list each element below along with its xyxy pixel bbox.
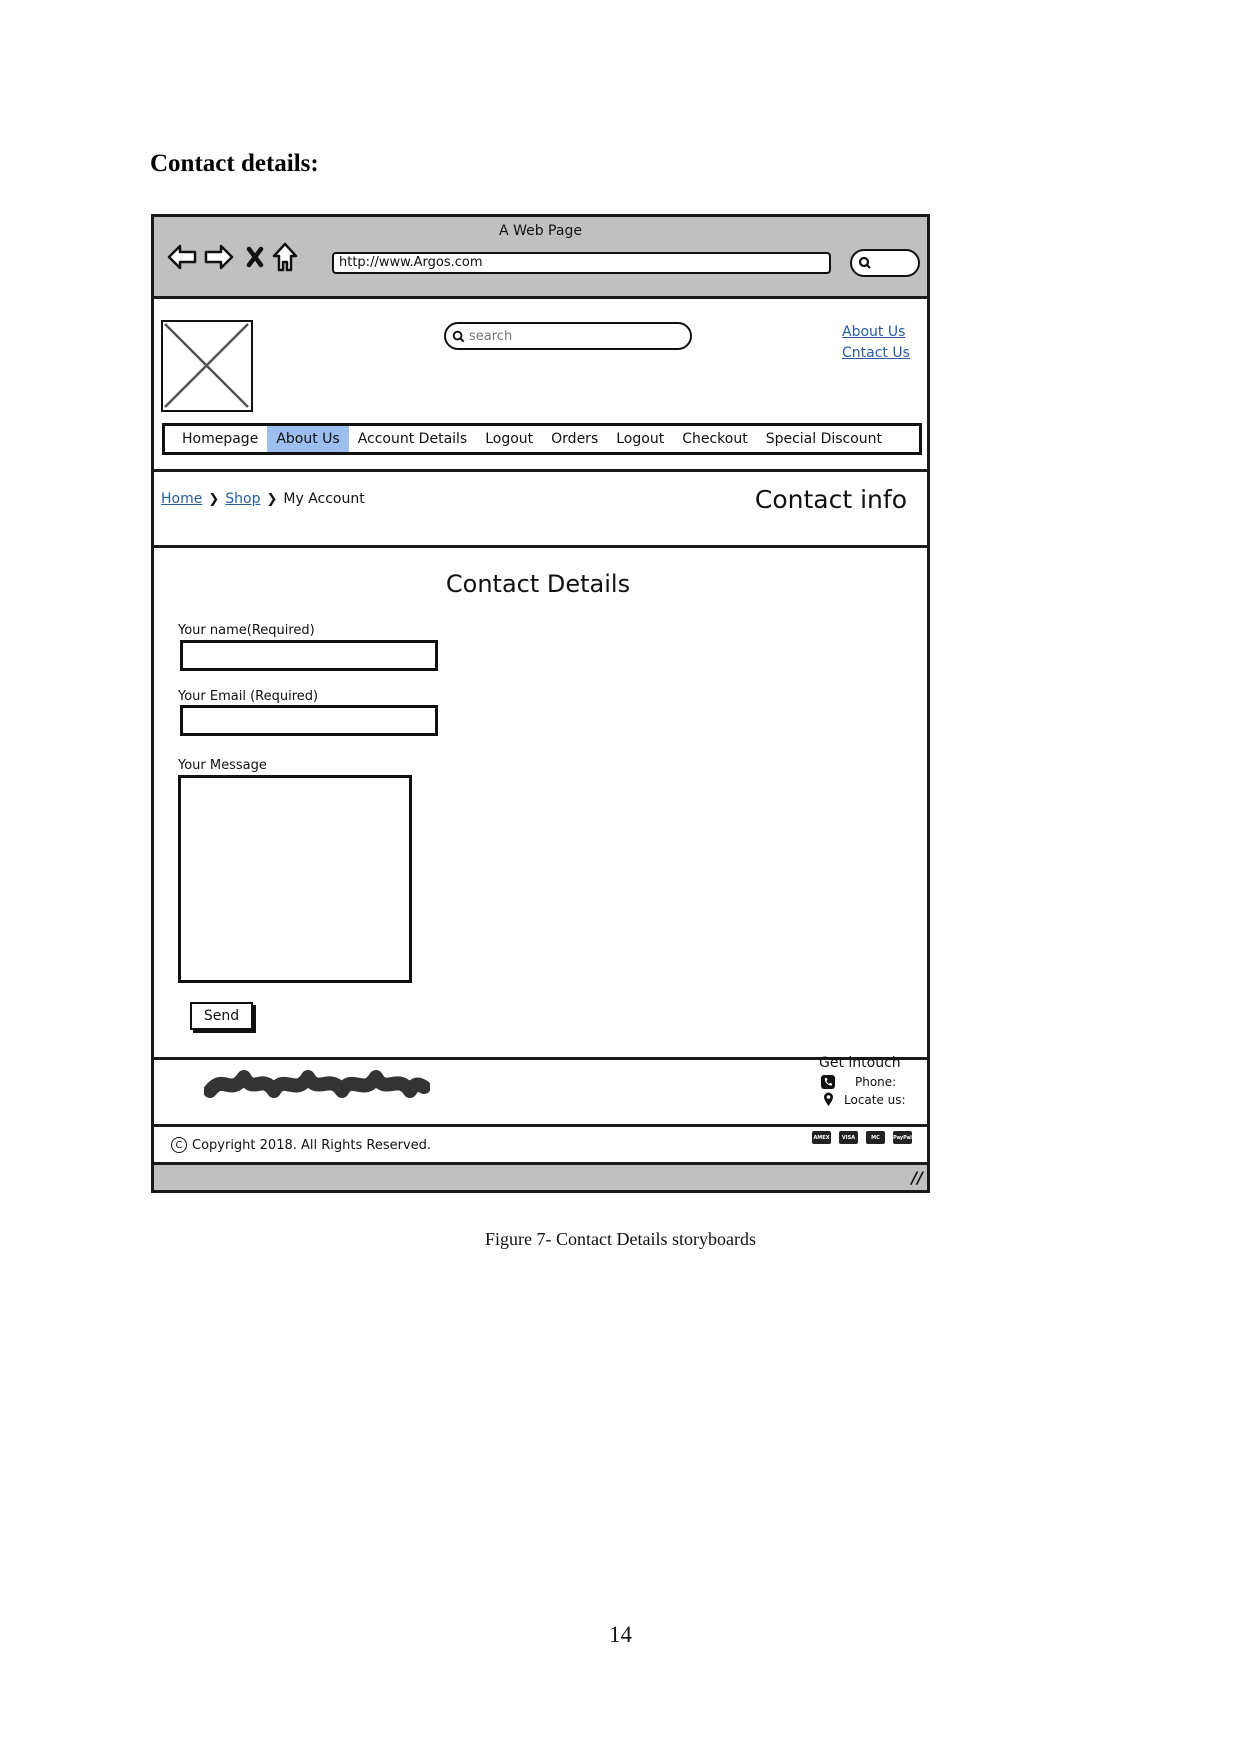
divider bbox=[154, 469, 927, 472]
breadcrumb-current: My Account bbox=[283, 491, 365, 507]
locate-row: Locate us: bbox=[821, 1092, 906, 1107]
main-navigation: Homepage About Us Account Details Logout… bbox=[162, 423, 922, 455]
mastercard-icon: MC bbox=[866, 1131, 885, 1144]
chevron-right-icon: ❯ bbox=[266, 491, 278, 507]
location-pin-icon bbox=[821, 1092, 835, 1107]
about-us-link[interactable]: About Us bbox=[842, 324, 905, 340]
amex-icon: AMEX bbox=[812, 1131, 831, 1144]
nav-item-account-details[interactable]: Account Details bbox=[349, 426, 477, 452]
copyright-icon: C bbox=[171, 1137, 187, 1153]
nav-item-homepage[interactable]: Homepage bbox=[165, 426, 267, 452]
payment-icons: AMEX VISA MC PayPal bbox=[812, 1131, 912, 1144]
browser-toolbar: A Web Page http://www.Argos.com bbox=[154, 217, 927, 299]
name-input[interactable] bbox=[180, 640, 438, 671]
phone-label: Phone: bbox=[855, 1075, 897, 1089]
divider bbox=[154, 545, 927, 548]
back-arrow-icon[interactable] bbox=[166, 241, 198, 273]
search-icon bbox=[858, 256, 871, 269]
divider bbox=[154, 1124, 927, 1127]
stop-icon[interactable] bbox=[244, 241, 266, 273]
site-search-field[interactable] bbox=[444, 322, 692, 350]
copyright-text: Copyright 2018. All Rights Reserved. bbox=[192, 1137, 432, 1153]
resize-grip-icon[interactable]: // bbox=[911, 1168, 923, 1187]
search-input[interactable] bbox=[469, 328, 669, 344]
footer-logo-scribble bbox=[204, 1070, 430, 1098]
chevron-right-icon: ❯ bbox=[208, 491, 220, 507]
message-label: Your Message bbox=[178, 758, 267, 773]
browser-search-box[interactable] bbox=[850, 249, 920, 277]
wireframe-mockup: A Web Page http://www.Argos.com About Us… bbox=[151, 214, 930, 1193]
section-title: Contact info bbox=[754, 485, 907, 514]
home-icon[interactable] bbox=[270, 241, 300, 273]
visa-icon: VISA bbox=[839, 1131, 858, 1144]
window-title: A Web Page bbox=[499, 223, 582, 239]
contact-us-link[interactable]: Cntact Us bbox=[842, 345, 910, 361]
logo-image-placeholder bbox=[161, 320, 253, 412]
paypal-icon: PayPal bbox=[893, 1131, 912, 1144]
forward-arrow-icon[interactable] bbox=[203, 241, 235, 273]
name-label: Your name(Required) bbox=[178, 623, 315, 638]
breadcrumb-shop[interactable]: Shop bbox=[225, 491, 260, 507]
nav-item-checkout[interactable]: Checkout bbox=[673, 426, 757, 452]
browser-status-bar: // bbox=[154, 1162, 927, 1190]
search-icon bbox=[452, 330, 465, 342]
breadcrumb-home[interactable]: Home bbox=[161, 491, 202, 507]
nav-item-logout[interactable]: Logout bbox=[476, 426, 542, 452]
breadcrumb: Home ❯ Shop ❯ My Account bbox=[161, 491, 365, 507]
divider bbox=[154, 1057, 927, 1060]
email-input[interactable] bbox=[180, 705, 438, 736]
phone-row: Phone: bbox=[821, 1075, 896, 1089]
nav-item-special-discount[interactable]: Special Discount bbox=[757, 426, 891, 452]
form-title: Contact Details bbox=[445, 570, 631, 598]
message-textarea[interactable] bbox=[178, 775, 412, 983]
copyright: C Copyright 2018. All Rights Reserved. bbox=[171, 1137, 431, 1153]
url-bar[interactable]: http://www.Argos.com bbox=[332, 252, 831, 274]
figure-caption-text: Figure 7- Contact Details storyboards bbox=[485, 1229, 756, 1249]
nav-item-orders[interactable]: Orders bbox=[542, 426, 607, 452]
locate-label: Locate us: bbox=[844, 1092, 906, 1107]
phone-icon bbox=[821, 1075, 835, 1089]
nav-item-logout-2[interactable]: Logout bbox=[607, 426, 673, 452]
figure-caption: Figure 7- Contact Details storyboards bbox=[0, 1229, 1241, 1250]
email-label: Your Email (Required) bbox=[178, 689, 319, 704]
page-number: 14 bbox=[609, 1622, 632, 1647]
send-button[interactable]: Send bbox=[190, 1002, 253, 1030]
get-in-touch-title: Get intouch bbox=[819, 1055, 901, 1071]
header-links: About Us Cntact Us bbox=[842, 322, 910, 364]
document-heading: Contact details: bbox=[150, 150, 319, 177]
nav-item-about-us[interactable]: About Us bbox=[267, 426, 349, 452]
